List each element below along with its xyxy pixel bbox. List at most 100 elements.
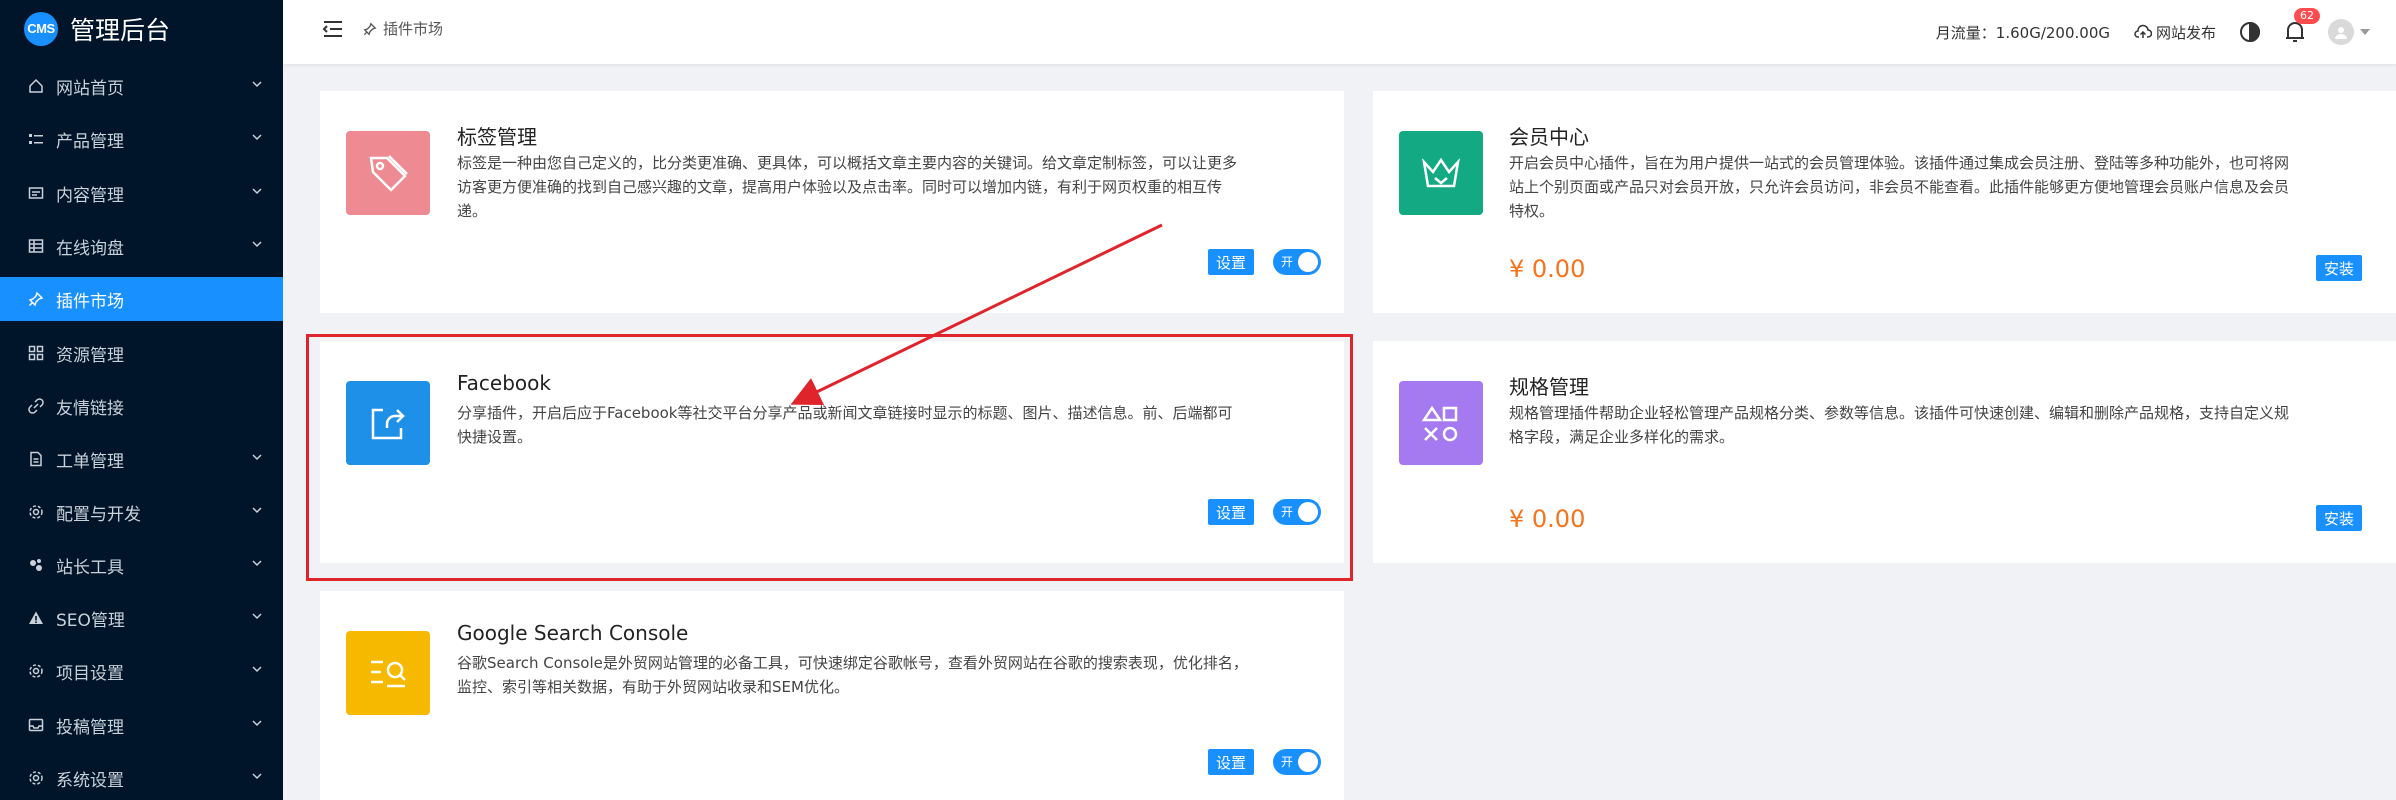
chevron-down-icon — [252, 134, 262, 141]
breadcrumb-current[interactable]: 插件市场 — [383, 18, 443, 39]
link-icon — [26, 396, 46, 416]
sidebar-item-label: 产品管理 — [56, 131, 124, 152]
pin-icon — [363, 22, 377, 35]
toggle-knob — [1298, 752, 1318, 772]
plugin-card-facebook: Facebook 分享插件，开启后应于Facebook等社交平台分享产品或新闻文… — [320, 341, 1344, 563]
caret-down-icon[interactable] — [2360, 28, 2370, 36]
brand-title: 管理后台 — [70, 15, 171, 45]
sidebar-item-label: 系统设置 — [56, 770, 124, 791]
sidebar-item-seo[interactable]: SEO管理 — [0, 596, 283, 640]
apps-icon — [26, 343, 46, 363]
document-icon — [26, 183, 46, 203]
brand[interactable]: CMS 管理后台 — [0, 0, 283, 57]
home-icon — [26, 76, 46, 96]
sidebar-item-label: 站长工具 — [56, 557, 124, 578]
chevron-down-icon — [252, 666, 262, 673]
chevron-down-icon — [252, 613, 262, 620]
chevron-down-icon — [252, 188, 262, 195]
install-button[interactable]: 安装 — [2316, 255, 2363, 281]
plugin-description: 开启会员中心插件，旨在为用户提供一站式的会员管理体验。该插件通过集成会员注册、登… — [1509, 154, 2290, 220]
sidebar-item-label: 配置与开发 — [56, 504, 141, 525]
cloud-upload-icon — [2134, 24, 2152, 38]
sidebar-item-config[interactable]: 配置与开发 — [0, 490, 283, 534]
sidebar-item-home[interactable]: 网站首页 — [0, 64, 283, 108]
sidebar-item-label: 内容管理 — [56, 185, 124, 206]
sidebar-item-label: SEO管理 — [56, 610, 125, 631]
share-icon — [346, 381, 430, 465]
menu-fold-icon[interactable] — [321, 17, 345, 41]
toggle-label: 开 — [1281, 505, 1294, 519]
sidebar-item-label: 项目设置 — [56, 663, 124, 684]
enable-toggle[interactable]: 开 — [1273, 749, 1321, 775]
plugin-description: 规格管理插件帮助企业轻松管理产品规格分类、参数等信息。该插件可快速创建、编辑和删… — [1509, 404, 2290, 446]
toggle-knob — [1298, 252, 1318, 272]
plugin-description: 标签是一种由您自己定义的，比分类更准确、更具体，可以概括文章主要内容的关键词。给… — [457, 154, 1238, 220]
publish-label: 网站发布 — [2155, 23, 2216, 42]
plugin-price: ¥ 0.00 — [1509, 505, 1586, 533]
sidebar-item-content[interactable]: 内容管理 — [0, 171, 283, 215]
notification-button[interactable]: 62 — [2284, 8, 2320, 44]
chevron-down-icon — [252, 560, 262, 567]
sidebar-item-inquiry[interactable]: 在线询盘 — [0, 224, 283, 268]
publish-button[interactable]: 网站发布 — [2134, 22, 2216, 43]
half-moon-icon — [2240, 21, 2260, 43]
tools-icon — [26, 555, 46, 575]
chevron-down-icon — [252, 241, 262, 248]
cog-icon — [26, 768, 46, 788]
plugin-card-specs: 规格管理 规格管理插件帮助企业轻松管理产品规格分类、参数等信息。该插件可快速创建… — [1373, 341, 2396, 563]
plugin-title: Google Search Console — [457, 621, 689, 645]
user-icon — [2335, 27, 2347, 39]
header-actions: 月流量：1.60G/200.00G 网站发布 62 — [1936, 0, 2396, 64]
settings-button[interactable]: 设置 — [1208, 249, 1255, 275]
pin-icon — [26, 289, 46, 309]
sidebar-item-webmaster[interactable]: 站长工具 — [0, 543, 283, 587]
chevron-down-icon — [252, 720, 262, 727]
gear-icon — [26, 502, 46, 522]
avatar[interactable] — [2328, 19, 2354, 45]
sidebar-item-plugins[interactable]: 插件市场 — [0, 277, 283, 321]
sidebar-item-label: 在线询盘 — [56, 238, 124, 259]
list-icon — [26, 129, 46, 149]
chevron-down-icon — [252, 773, 262, 780]
inbox-icon — [26, 715, 46, 735]
plugin-title: Facebook — [457, 371, 551, 395]
sidebar-item-project-settings[interactable]: 项目设置 — [0, 649, 283, 693]
settings-icon — [26, 661, 46, 681]
tag-icon — [346, 131, 430, 215]
plugin-card-google-search-console: Google Search Console 谷歌Search Console是外… — [320, 591, 1344, 800]
file-icon — [26, 449, 46, 469]
sidebar-item-label: 投稿管理 — [56, 717, 124, 738]
plugin-title: 会员中心 — [1509, 125, 1589, 149]
warning-icon — [26, 608, 46, 628]
search-console-icon — [346, 631, 430, 715]
sidebar-item-system-settings[interactable]: 系统设置 — [0, 756, 283, 800]
shapes-icon — [1399, 381, 1483, 465]
toggle-knob — [1298, 502, 1318, 522]
settings-button[interactable]: 设置 — [1208, 499, 1255, 525]
sidebar-item-products[interactable]: 产品管理 — [0, 117, 283, 161]
plugin-description: 谷歌Search Console是外贸网站管理的必备工具，可快速绑定谷歌帐号，查… — [457, 654, 1248, 696]
settings-button[interactable]: 设置 — [1208, 749, 1255, 775]
chevron-down-icon — [252, 81, 262, 88]
sidebar-item-submissions[interactable]: 投稿管理 — [0, 703, 283, 747]
install-button[interactable]: 安装 — [2316, 505, 2363, 531]
brand-logo: CMS — [24, 11, 58, 46]
top-header: 插件市场 月流量：1.60G/200.00G 网站发布 62 — [283, 0, 2396, 64]
enable-toggle[interactable]: 开 — [1273, 499, 1321, 525]
sidebar-item-tickets[interactable]: 工单管理 — [0, 437, 283, 481]
plugin-card-membership: 会员中心 开启会员中心插件，旨在为用户提供一站式的会员管理体验。该插件通过集成会… — [1373, 91, 2396, 313]
enable-toggle[interactable]: 开 — [1273, 249, 1321, 275]
plugin-card-tags: 标签管理 标签是一种由您自己定义的，比分类更准确、更具体，可以概括文章主要内容的… — [320, 91, 1344, 313]
sidebar-item-label: 友情链接 — [56, 398, 124, 419]
sidebar-item-label: 网站首页 — [56, 78, 124, 99]
plugin-price: ¥ 0.00 — [1509, 255, 1586, 283]
sidebar-item-links[interactable]: 友情链接 — [0, 384, 283, 428]
toggle-label: 开 — [1281, 755, 1294, 769]
sidebar: CMS 管理后台 网站首页 产品管理 内容管理 在线询盘 插件市场 资源管理 友… — [0, 0, 283, 800]
toggle-label: 开 — [1281, 255, 1294, 269]
traffic-usage: 月流量：1.60G/200.00G — [1935, 23, 2110, 42]
theme-toggle[interactable] — [2238, 20, 2262, 44]
sidebar-item-resources[interactable]: 资源管理 — [0, 331, 283, 375]
plugin-title: 标签管理 — [457, 125, 537, 149]
plugin-description: 分享插件，开启后应于Facebook等社交平台分享产品或新闻文章链接时显示的标题… — [457, 404, 1233, 446]
